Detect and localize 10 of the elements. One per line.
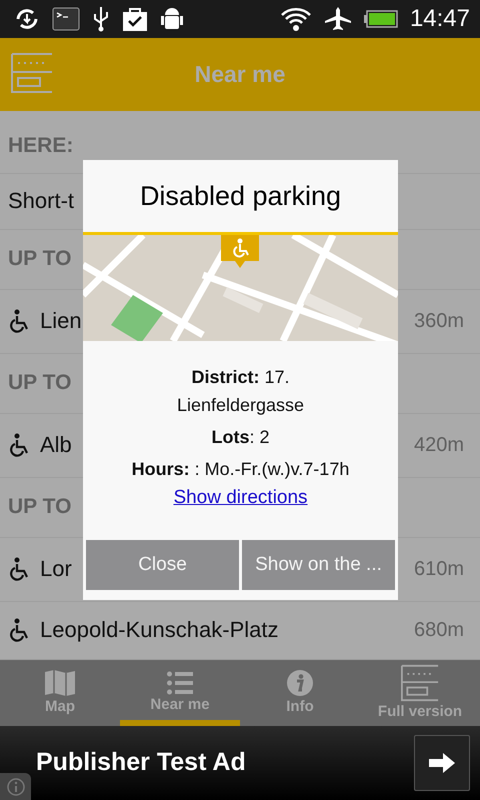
status-time: 14:47 [410,4,470,33]
section-heading: UP TO [8,495,72,520]
header-title: Near me [194,60,286,88]
section-heading: UP TO [8,247,72,272]
section-heading: HERE: [8,134,74,158]
section-heading: UP TO [8,371,72,396]
detail-text: Lots: 2 [211,426,270,449]
detail-text: District: 17. Lienfeldergasse [176,366,306,417]
detail-text: Hours: : Mo.-Fr.(w.)v.7-17h [132,458,350,481]
ad-text: Publisher Test Ad [36,748,247,778]
